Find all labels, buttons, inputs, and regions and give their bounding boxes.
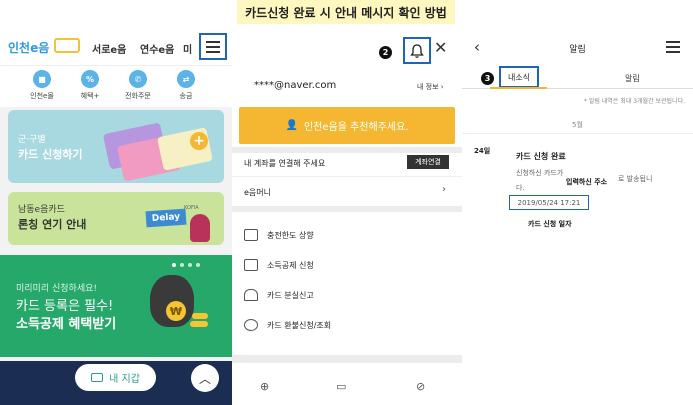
- namdong-card-banner[interactable]: 남동e음카드 론칭 연기 안내 Delay KOFIA: [8, 192, 224, 245]
- coin-stack-icon: [190, 321, 208, 327]
- quick-transfer-label: 송금: [179, 92, 193, 100]
- notification-body-2: 로 발송됩니: [618, 175, 653, 183]
- notification-item-title[interactable]: 카드 신청 완료: [516, 151, 566, 162]
- wallet-icon: [91, 373, 104, 382]
- charge-tab-icon[interactable]: ⊕: [260, 380, 269, 393]
- banner2-main: 론칭 연기 안내: [18, 218, 87, 231]
- banner1-sub: 군·구별: [18, 135, 46, 145]
- character-icon: [190, 214, 210, 242]
- annotation-date: 카드 신청 일자: [528, 220, 572, 228]
- menu-panel: 2 ✕ ****@naver.com 내 정보 › 👤 인천e음을 추천해주세요.…: [232, 30, 462, 405]
- divider: [462, 133, 693, 134]
- refund-icon: [244, 319, 258, 331]
- close-icon[interactable]: ✕: [434, 38, 447, 57]
- account-link-button[interactable]: 계좌연결: [407, 155, 449, 169]
- menu-header: 2 ✕: [232, 30, 462, 68]
- plus-icon: +: [190, 132, 208, 150]
- bottom-city-banner: 내 지갑 ︿: [0, 361, 232, 405]
- tax-icon: [244, 259, 258, 271]
- quick-transfer[interactable]: ⇄ 송금: [164, 70, 208, 101]
- account-link-text: 내 계좌를 연결해 주세요: [244, 159, 326, 168]
- delay-badge: Delay: [145, 208, 187, 228]
- notification-body-1: 신청하신 카드가: [516, 169, 564, 177]
- tab-my-news[interactable]: 내소식: [499, 66, 539, 88]
- quick-mall-label: 인천e몰: [30, 92, 54, 100]
- menu-tax-label: 소득공제 신청: [267, 260, 314, 270]
- banner3-line2: 소득공제 혜택받기: [16, 317, 117, 332]
- scroll-up-button[interactable]: ︿: [191, 364, 219, 392]
- quick-phone-order[interactable]: ✆ 전화주문: [116, 70, 160, 101]
- recommend-label: 인천e음을 추천해주세요.: [303, 122, 409, 133]
- recommend-button[interactable]: 👤 인천e음을 추천해주세요.: [239, 107, 455, 144]
- hamburger-menu-button[interactable]: [199, 33, 227, 60]
- person-add-icon: 👤: [285, 120, 298, 131]
- menu-charge-label: 충전한도 상향: [267, 230, 314, 240]
- month-header: 5월: [572, 121, 583, 129]
- alarm-icon: [244, 289, 258, 301]
- divider: [232, 206, 462, 212]
- quick-phone-label: 전화주문: [125, 92, 151, 100]
- divider: [232, 176, 462, 177]
- my-wallet-button[interactable]: 내 지갑: [75, 364, 156, 391]
- menu-tax-deduction[interactable]: 소득공제 신청: [244, 259, 314, 271]
- banner2-corner-text: KOFIA: [184, 205, 199, 211]
- chevron-right-icon[interactable]: ›: [442, 184, 446, 195]
- nav-seoro[interactable]: 서로e음: [92, 41, 126, 56]
- my-info-link[interactable]: 내 정보 ›: [417, 82, 444, 92]
- nav-yeonsu[interactable]: 연수e음: [140, 41, 174, 56]
- banner2-sub: 남동e음카드: [18, 205, 65, 215]
- notification-panel: ‹ 알림 3 내소식 알림 * 알림 내역은 최대 3개월간 보관됩니다. 5월…: [462, 30, 693, 405]
- top-bar: 인천e음 서로e음 연수e음 미: [0, 30, 232, 65]
- notification-date: 2019/05/24 17:21: [509, 195, 589, 210]
- phone-icon: ✆: [129, 70, 147, 88]
- menu-refund-label: 카드 환불신청/조회: [267, 320, 332, 330]
- wallet-label: 내 지갑: [109, 374, 140, 385]
- menu-icon[interactable]: [666, 41, 680, 53]
- notification-body-3: 다.: [516, 184, 525, 192]
- mall-icon: ■: [33, 70, 51, 88]
- user-email: ****@naver.com: [254, 80, 337, 91]
- page-title: 카드신청 완료 시 안내 메시지 확인 방법: [237, 0, 455, 24]
- menu-card-lost[interactable]: 카드 분실신고: [244, 289, 314, 301]
- quick-mall[interactable]: ■ 인천e몰: [20, 70, 64, 101]
- banner1-main: 카드 신청하기: [18, 148, 83, 161]
- transfer-icon: ⇄: [177, 70, 195, 88]
- main-screen-panel: 인천e음 서로e음 연수e음 미 1 ■인천e몰 %혜택+ ✆전화주문 ⇄송금 …: [0, 30, 232, 405]
- quick-benefit-label: 혜택+: [80, 92, 100, 100]
- app-logo[interactable]: 인천e음: [8, 39, 49, 56]
- my-info-label: 내 정보: [417, 83, 439, 91]
- menu-refund[interactable]: 카드 환불신청/조회: [244, 319, 331, 331]
- won-coin-icon: ₩: [166, 301, 186, 321]
- divider: [232, 147, 462, 153]
- menu-lost-label: 카드 분실신고: [267, 290, 314, 300]
- carousel-dots: [172, 263, 200, 267]
- menu-charge-limit[interactable]: 충전한도 상향: [244, 229, 314, 241]
- card-logo-icon: [54, 38, 80, 53]
- notification-day: 24일: [474, 147, 491, 155]
- active-tab-underline: [490, 87, 547, 89]
- tax-deduction-banner[interactable]: 미리미리 신청하세요! 카드 등록은 필수! 소득공제 혜택받기 ₩: [0, 255, 232, 357]
- step-marker-2: 2: [379, 46, 392, 59]
- bell-icon: [410, 43, 424, 58]
- pay-tab-icon[interactable]: ⊘: [416, 380, 425, 393]
- charge-icon: [244, 229, 258, 241]
- nav-more[interactable]: 미: [183, 41, 192, 56]
- banner3-line1: 카드 등록은 필수!: [16, 299, 114, 314]
- quick-menu: ■ 인천e몰 % 혜택+ ✆ 전화주문 ⇄ 송금: [0, 65, 232, 107]
- notification-title: 알림: [569, 45, 586, 55]
- coin-stack-icon: [192, 313, 208, 319]
- tab-alerts[interactable]: 알림: [625, 73, 640, 84]
- notification-tabs: 3 내소식 알림: [462, 66, 693, 89]
- step-marker-3: 3: [481, 72, 494, 85]
- notification-bell-button[interactable]: [403, 37, 431, 64]
- card-tab-icon[interactable]: ▭: [336, 380, 346, 393]
- percent-icon: %: [81, 70, 99, 88]
- quick-benefit[interactable]: % 혜택+: [68, 70, 112, 101]
- banner3-sub: 미리미리 신청하세요!: [16, 284, 97, 294]
- card-apply-banner[interactable]: 군·구별 카드 신청하기 +: [8, 110, 224, 183]
- emoney-item[interactable]: e음머니: [244, 187, 271, 198]
- annotation-address: 입력하신 주소: [566, 178, 608, 186]
- retention-note: * 알림 내역은 최대 3개월간 보관됩니다.: [583, 98, 685, 105]
- bottom-tab-bar: ⊕ ▭ ⊘: [232, 355, 462, 405]
